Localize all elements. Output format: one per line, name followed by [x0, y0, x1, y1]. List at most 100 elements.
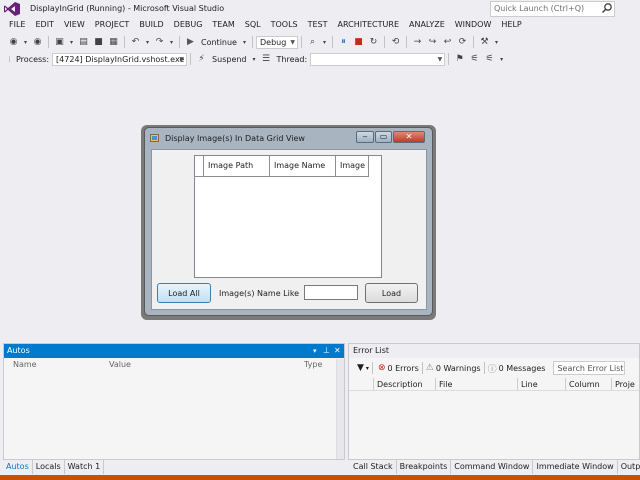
menu-view[interactable]: VIEW [59, 19, 90, 33]
column-header-line[interactable]: Line [517, 378, 565, 390]
process-select[interactable]: [4724] DisplayInGrid.vshost.exe ▼ [52, 52, 188, 66]
column-header-file[interactable]: File [435, 378, 517, 390]
tab-watch-1[interactable]: Watch 1 [65, 460, 105, 474]
open-file-icon[interactable]: ▤ [78, 37, 89, 48]
menu-help[interactable]: HELP [496, 19, 526, 33]
minimize-button[interactable]: ‒ [356, 131, 374, 143]
quick-launch-input[interactable]: Quick Launch (Ctrl+Q) [490, 1, 615, 17]
new-project-icon[interactable]: ▣ [54, 37, 65, 48]
tab-call-stack[interactable]: Call Stack [350, 460, 397, 474]
error-search-input[interactable]: Search Error List [553, 361, 626, 375]
maximize-button[interactable]: ▭ [375, 131, 392, 143]
menu-build[interactable]: BUILD [134, 19, 168, 33]
filter-thread-icon[interactable]: ⚟ [469, 54, 480, 65]
menu-analyze[interactable]: ANALYZE [404, 19, 450, 33]
autos-pane-header[interactable]: Autos ▾ ⊥ ✕ [4, 344, 344, 358]
show-threads-icon[interactable]: ⚟ [484, 54, 495, 65]
column-header-image-name[interactable]: Image Name [270, 156, 336, 177]
undo-icon[interactable]: ↶ [130, 37, 141, 48]
toolbar-options-icon[interactable]: ▾ [494, 37, 499, 48]
column-header-image-path[interactable]: Image Path [204, 156, 270, 177]
close-button[interactable]: ✕ [393, 131, 425, 143]
save-all-icon[interactable]: ▦ [108, 37, 119, 48]
tab-locals[interactable]: Locals [33, 460, 65, 474]
dropdown-arrow-icon[interactable]: ▾ [145, 37, 150, 48]
menu-file[interactable]: FILE [4, 19, 30, 33]
restart-icon[interactable]: ↻ [368, 37, 379, 48]
dropdown-arrow-icon[interactable]: ▾ [242, 37, 247, 48]
messages-toggle[interactable]: 0 Messages [499, 364, 546, 373]
menu-architecture[interactable]: ARCHITECTURE [333, 19, 404, 33]
menu-sql[interactable]: SQL [240, 19, 266, 33]
dropdown-arrow-icon[interactable]: ▾ [169, 37, 174, 48]
toolbar-separator [300, 36, 302, 48]
dropdown-arrow-icon[interactable]: ▾ [322, 37, 327, 48]
column-header-column[interactable]: Column [565, 378, 611, 390]
image-name-like-input[interactable] [304, 285, 358, 300]
back-icon[interactable]: ◉ [8, 37, 19, 48]
refresh-icon[interactable]: ⟳ [457, 37, 468, 48]
warnings-toggle[interactable]: 0 Warnings [436, 364, 481, 373]
step-over-icon[interactable]: ↪ [427, 37, 438, 48]
error-list-toolbar: ▼ ▾ ⊗ 0 Errors ⚠ 0 Warnings ⓘ 0 Messages… [349, 359, 639, 377]
grid-header: Image Path Image Name Image [195, 156, 369, 177]
dropdown-arrow-icon[interactable]: ▾ [366, 365, 369, 372]
pause-icon[interactable]: ⏸ [338, 37, 349, 48]
error-list-header[interactable]: Error List [349, 344, 639, 358]
tab-breakpoints[interactable]: Breakpoints [397, 460, 452, 474]
lifecycle-events-icon[interactable]: ⚡ [196, 54, 207, 65]
row-header-cell[interactable] [195, 156, 204, 177]
solution-configuration-select[interactable]: Debug ▼ [255, 35, 298, 49]
load-all-button[interactable]: Load All [157, 283, 211, 303]
menu-debug[interactable]: DEBUG [169, 19, 208, 33]
hex-display-icon[interactable]: ⚒ [479, 37, 490, 48]
column-header-description[interactable]: Description [373, 378, 435, 390]
menu-team[interactable]: TEAM [207, 19, 239, 33]
pin-icon[interactable]: ⊥ [323, 344, 330, 358]
app-window-titlebar[interactable]: Display Image(s) In Data Grid View ‒ ▭ ✕ [145, 128, 432, 148]
column-header-type[interactable]: Type [304, 360, 322, 369]
tab-output[interactable]: Output [618, 460, 640, 474]
redo-icon[interactable]: ↷ [154, 37, 165, 48]
continue-button[interactable]: Continue [201, 38, 237, 47]
menu-project[interactable]: PROJECT [90, 19, 135, 33]
column-header-image[interactable]: Image [336, 156, 369, 177]
search-icon[interactable] [601, 2, 613, 14]
thread-select[interactable]: ▼ [310, 52, 446, 66]
tab-autos[interactable]: Autos [3, 460, 33, 474]
load-button[interactable]: Load [365, 283, 418, 303]
forward-icon[interactable]: ◉ [32, 37, 43, 48]
pane-menu-icon[interactable]: ▾ [313, 344, 317, 358]
play-icon[interactable]: ▶ [185, 37, 196, 48]
column-header-blank[interactable] [349, 378, 373, 390]
step-into-icon[interactable]: → [412, 37, 423, 48]
dropdown-arrow-icon[interactable]: ▾ [69, 37, 74, 48]
show-next-statement-icon[interactable]: ⟲ [390, 37, 401, 48]
image-data-grid[interactable]: Image Path Image Name Image [194, 155, 382, 278]
menu-tools[interactable]: TOOLS [266, 19, 303, 33]
column-header-name[interactable]: Name [13, 360, 37, 369]
column-header-project[interactable]: Proje [611, 378, 637, 390]
tab-command-window[interactable]: Command Window [451, 460, 534, 474]
dropdown-arrow-icon[interactable]: ▾ [23, 37, 28, 48]
errors-toggle[interactable]: 0 Errors [387, 364, 418, 373]
status-bar [0, 475, 640, 480]
toolbar-options-icon[interactable]: ▾ [499, 54, 504, 65]
dropdown-arrow-icon[interactable]: ▾ [252, 54, 257, 65]
save-icon[interactable]: ■ [93, 37, 104, 48]
close-icon[interactable]: ✕ [334, 344, 341, 358]
tab-immediate-window[interactable]: Immediate Window [533, 460, 618, 474]
flag-thread-icon[interactable]: ⚑ [454, 54, 465, 65]
column-header-value[interactable]: Value [109, 360, 131, 369]
menu-edit[interactable]: EDIT [30, 19, 58, 33]
stop-icon[interactable]: ■ [353, 37, 364, 48]
menu-window[interactable]: WINDOW [450, 19, 497, 33]
menu-test[interactable]: TEST [303, 19, 333, 33]
filter-icon[interactable]: ▼ [357, 363, 364, 373]
process-value: [4724] DisplayInGrid.vshost.exe [56, 54, 185, 64]
autos-scrollbar[interactable] [336, 359, 344, 459]
suspend-button[interactable]: Suspend [212, 55, 246, 64]
find-in-files-icon[interactable]: ⌕ [307, 37, 318, 48]
step-out-icon[interactable]: ↩ [442, 37, 453, 48]
autos-body[interactable] [4, 372, 336, 458]
